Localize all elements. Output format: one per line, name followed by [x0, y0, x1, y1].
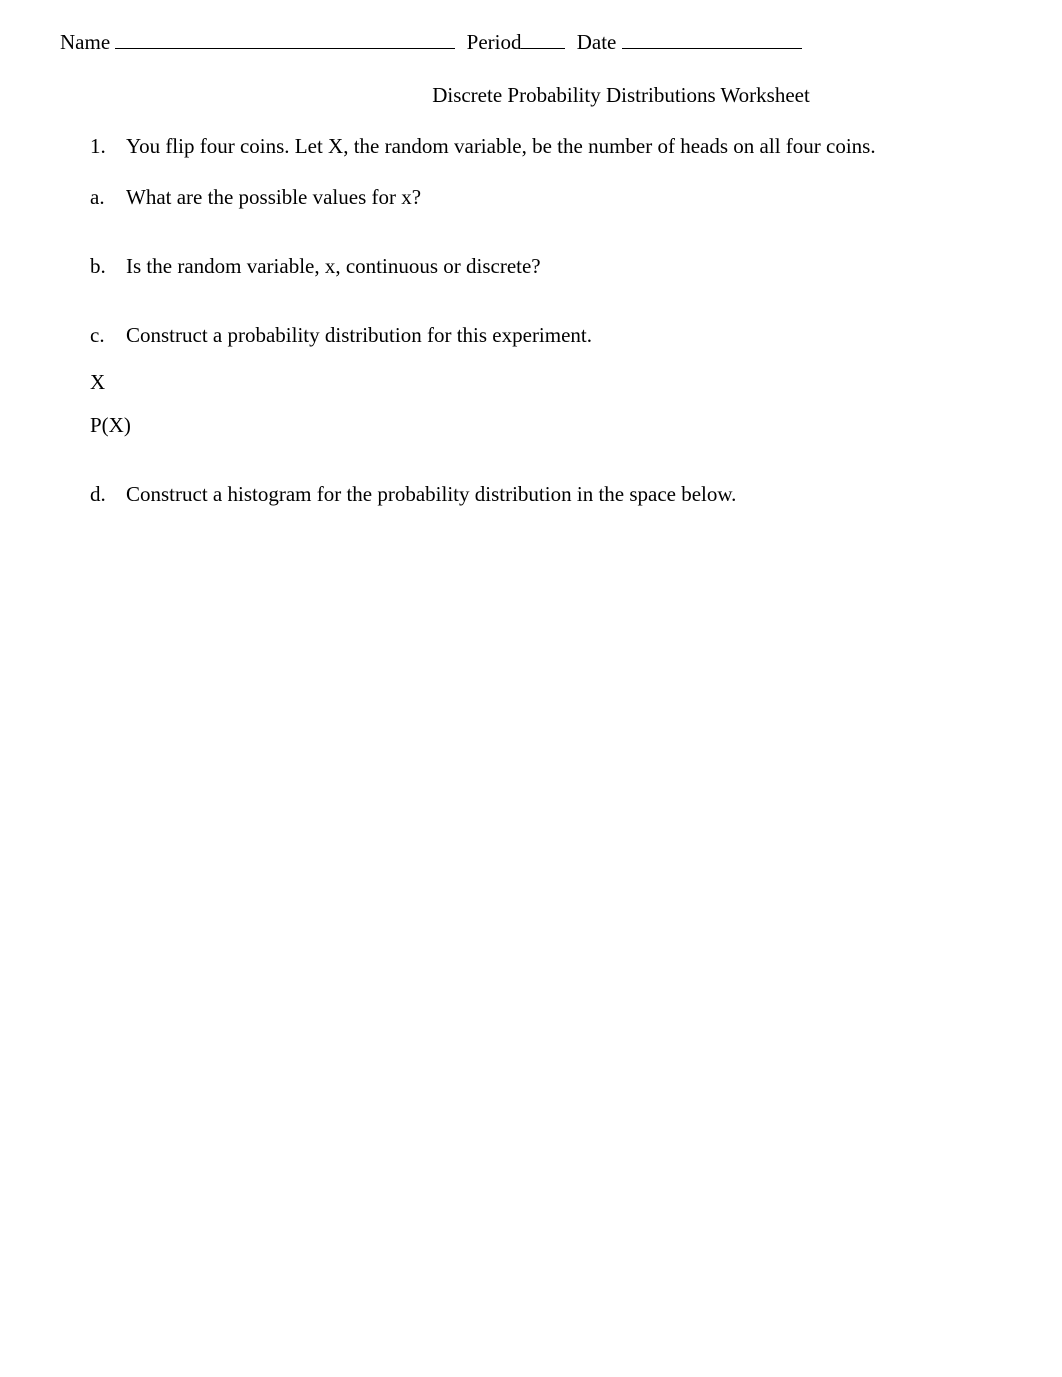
question-1: 1. You flip four coins. Let X, the rando…	[90, 134, 1002, 159]
question-b: b. Is the random variable, x, continuous…	[90, 254, 1002, 279]
question-b-text: Is the random variable, x, continuous or…	[126, 254, 1002, 279]
date-label: Date	[577, 30, 617, 55]
question-c-marker: c.	[90, 323, 126, 348]
question-1-text: You flip four coins. Let X, the random v…	[126, 134, 1002, 159]
table-x-label: X	[90, 370, 1002, 395]
question-c: c. Construct a probability distribution …	[90, 323, 1002, 348]
date-blank[interactable]	[622, 31, 802, 49]
question-b-marker: b.	[90, 254, 126, 279]
name-label: Name	[60, 30, 110, 55]
content-area: 1. You flip four coins. Let X, the rando…	[60, 134, 1002, 507]
worksheet-title: Discrete Probability Distributions Works…	[60, 83, 1002, 108]
question-d-text: Construct a histogram for the probabilit…	[126, 482, 1002, 507]
header-line: Name Period Date	[60, 30, 1002, 55]
table-px-label: P(X)	[90, 413, 1002, 438]
question-a-marker: a.	[90, 185, 126, 210]
period-blank[interactable]	[521, 31, 565, 49]
period-label: Period	[467, 30, 522, 55]
question-d-marker: d.	[90, 482, 126, 507]
question-d: d. Construct a histogram for the probabi…	[90, 482, 1002, 507]
question-a: a. What are the possible values for x?	[90, 185, 1002, 210]
name-blank[interactable]	[115, 31, 455, 49]
question-c-text: Construct a probability distribution for…	[126, 323, 1002, 348]
question-a-text: What are the possible values for x?	[126, 185, 1002, 210]
question-1-marker: 1.	[90, 134, 126, 159]
